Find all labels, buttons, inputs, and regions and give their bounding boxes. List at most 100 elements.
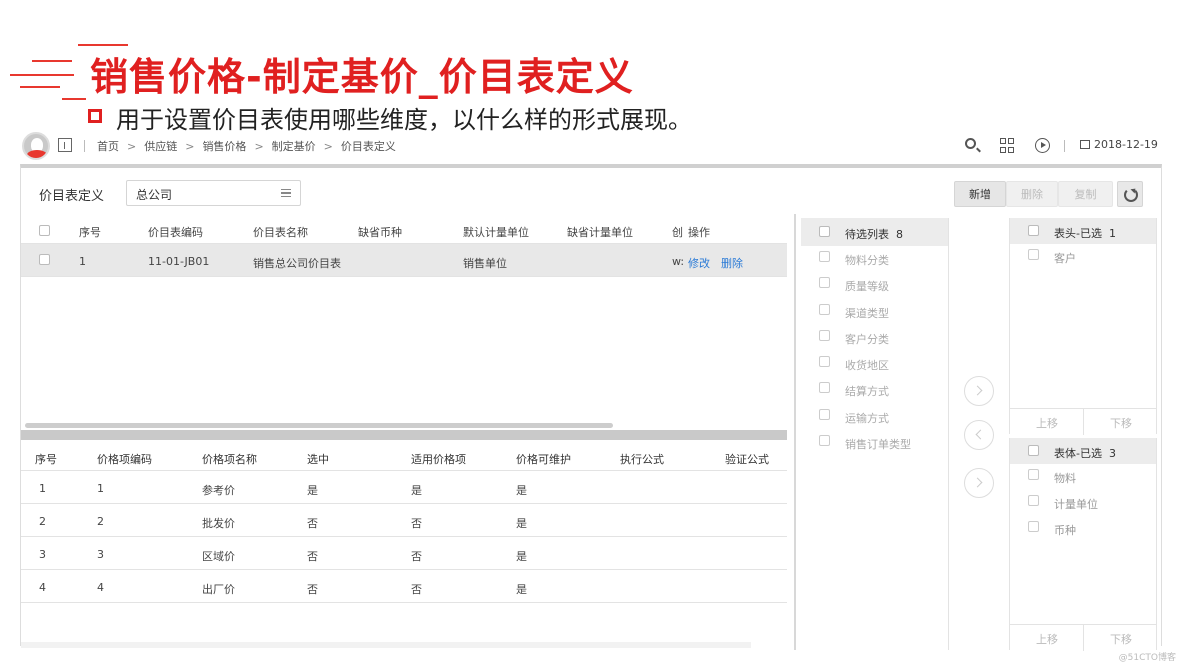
breadcrumb-item: 价目表定义 bbox=[340, 140, 396, 153]
item-checkbox[interactable] bbox=[1028, 521, 1039, 532]
column-header: 价格项名称 bbox=[202, 453, 257, 466]
cell-applicable[interactable]: 是 bbox=[411, 482, 422, 498]
item-checkbox[interactable] bbox=[819, 435, 830, 447]
cell-maintainable[interactable]: 是 bbox=[516, 581, 527, 597]
copy-button[interactable]: 复制 bbox=[1058, 181, 1113, 207]
new-button[interactable]: 新增 bbox=[954, 181, 1006, 207]
body-selected-count: 3 bbox=[1108, 447, 1116, 460]
table-row[interactable]: 3 3 区域价 否 否 是 bbox=[21, 537, 787, 570]
move-back-button[interactable] bbox=[964, 420, 994, 450]
candidate-select-all-checkbox[interactable] bbox=[819, 226, 830, 237]
body-selected-header: 表体-已选 3 bbox=[1010, 438, 1156, 464]
item-checkbox[interactable] bbox=[819, 382, 830, 394]
list-item[interactable]: 客户 bbox=[1010, 244, 1156, 270]
table-header: 序号 价目表编码 价目表名称 缺省币种 默认计量单位 缺省计量单位 创 操作 bbox=[21, 216, 787, 244]
cell-index: 3 bbox=[39, 548, 46, 561]
list-item[interactable]: 收货地区 bbox=[801, 351, 948, 377]
item-checkbox[interactable] bbox=[1028, 495, 1039, 506]
list-item[interactable]: 销售订单类型 bbox=[801, 430, 948, 456]
move-to-header-button[interactable] bbox=[964, 376, 994, 406]
play-icon[interactable] bbox=[1035, 138, 1050, 153]
header-select-all-checkbox[interactable] bbox=[1028, 225, 1039, 236]
table-row[interactable]: 2 2 批发价 否 否 是 bbox=[21, 504, 787, 537]
cell-code: 4 bbox=[97, 581, 104, 594]
slide-title: 销售价格-制定基价_价目表定义 bbox=[90, 55, 634, 99]
refresh-button[interactable] bbox=[1117, 181, 1143, 207]
list-item[interactable]: 物料分类 bbox=[801, 246, 948, 272]
item-label: 销售订单类型 bbox=[845, 438, 911, 452]
bottom-scrollbar[interactable] bbox=[21, 642, 751, 648]
cell-selected[interactable]: 否 bbox=[307, 581, 318, 597]
bullet-icon bbox=[88, 109, 102, 123]
delete-link[interactable]: 删除 bbox=[721, 255, 743, 271]
edit-link[interactable]: 修改 bbox=[688, 255, 710, 271]
avatar[interactable] bbox=[22, 132, 50, 160]
column-header: 价目表编码 bbox=[148, 226, 203, 239]
cell-selected[interactable]: 否 bbox=[307, 548, 318, 564]
table-row[interactable]: 1 11-01-JB01 销售总公司价目表 销售单位 w: 修改 删除 bbox=[21, 244, 787, 277]
item-checkbox[interactable] bbox=[819, 303, 830, 315]
body-move-controls: 上移 下移 bbox=[1010, 624, 1156, 651]
breadcrumb-item[interactable]: 销售价格 bbox=[202, 138, 246, 154]
apps-grid-icon[interactable] bbox=[1000, 138, 1016, 154]
list-item[interactable]: 渠道类型 bbox=[801, 299, 948, 325]
list-item[interactable]: 币种 bbox=[1010, 516, 1156, 542]
cell-maintainable[interactable]: 是 bbox=[516, 482, 527, 498]
column-header: 验证公式 bbox=[725, 453, 769, 466]
list-icon[interactable] bbox=[281, 189, 291, 197]
list-item[interactable]: 结算方式 bbox=[801, 377, 948, 403]
org-select[interactable]: 总公司 bbox=[126, 180, 301, 206]
list-item[interactable]: 客户分类 bbox=[801, 325, 948, 351]
cell-applicable[interactable]: 否 bbox=[411, 515, 422, 531]
item-checkbox[interactable] bbox=[1028, 469, 1039, 480]
cell-code: 2 bbox=[97, 515, 104, 528]
split-bar[interactable] bbox=[21, 430, 787, 440]
item-checkbox[interactable] bbox=[819, 329, 830, 341]
move-up-button[interactable]: 上移 bbox=[1036, 415, 1058, 431]
search-icon[interactable] bbox=[965, 138, 976, 149]
list-item[interactable]: 运输方式 bbox=[801, 404, 948, 430]
decor-line bbox=[32, 60, 72, 62]
body-select-all-checkbox[interactable] bbox=[1028, 445, 1039, 456]
header-selected-label: 表头-已选 bbox=[1054, 227, 1102, 240]
delete-button[interactable]: 删除 bbox=[1006, 181, 1058, 207]
column-header: 价目表名称 bbox=[253, 226, 308, 239]
list-item[interactable]: 质量等级 bbox=[801, 272, 948, 298]
table-row[interactable]: 1 1 参考价 是 是 是 bbox=[21, 471, 787, 504]
table-row[interactable]: 4 4 出厂价 否 否 是 bbox=[21, 570, 787, 603]
item-label: 质量等级 bbox=[845, 280, 889, 294]
item-checkbox[interactable] bbox=[819, 408, 830, 420]
column-header: 序号 bbox=[79, 226, 101, 239]
cell-selected[interactable]: 否 bbox=[307, 515, 318, 531]
move-up-button[interactable]: 上移 bbox=[1036, 631, 1058, 647]
cell-index: 1 bbox=[39, 482, 46, 495]
cell-maintainable[interactable]: 是 bbox=[516, 548, 527, 564]
candidate-list-label: 待选列表 bbox=[845, 228, 889, 241]
row-checkbox[interactable] bbox=[39, 254, 50, 265]
breadcrumb-item[interactable]: 供应链 bbox=[144, 138, 177, 154]
move-to-body-button[interactable] bbox=[964, 468, 994, 498]
main-panel: 价目表定义 总公司 新增 删除 复制 序号 价目表编码 价目表名称 缺省币种 默… bbox=[20, 164, 1162, 651]
item-checkbox[interactable] bbox=[819, 251, 830, 262]
item-checkbox[interactable] bbox=[1028, 249, 1039, 260]
horizontal-scrollbar[interactable] bbox=[25, 423, 613, 428]
list-item[interactable]: 物料 bbox=[1010, 464, 1156, 490]
list-item[interactable]: 计量单位 bbox=[1010, 490, 1156, 516]
header-selected-panel: 表头-已选 1 客户 上移 下移 bbox=[1009, 218, 1157, 435]
move-down-button[interactable]: 下移 bbox=[1110, 631, 1132, 647]
item-label: 物料 bbox=[1054, 472, 1076, 485]
select-all-checkbox[interactable] bbox=[39, 225, 50, 236]
org-icon[interactable] bbox=[58, 138, 72, 152]
breadcrumb-item[interactable]: 制定基价 bbox=[272, 138, 316, 154]
cell-maintainable[interactable]: 是 bbox=[516, 515, 527, 531]
breadcrumb-item[interactable]: 首页 bbox=[97, 138, 119, 154]
cell-name: 批发价 bbox=[202, 517, 235, 530]
move-down-button[interactable]: 下移 bbox=[1110, 415, 1132, 431]
cell-applicable[interactable]: 否 bbox=[411, 581, 422, 597]
cell-name: 区域价 bbox=[202, 550, 235, 563]
item-checkbox[interactable] bbox=[819, 277, 830, 289]
column-header: 序号 bbox=[35, 453, 57, 466]
item-checkbox[interactable] bbox=[819, 356, 830, 368]
cell-selected[interactable]: 是 bbox=[307, 482, 318, 498]
cell-applicable[interactable]: 否 bbox=[411, 548, 422, 564]
